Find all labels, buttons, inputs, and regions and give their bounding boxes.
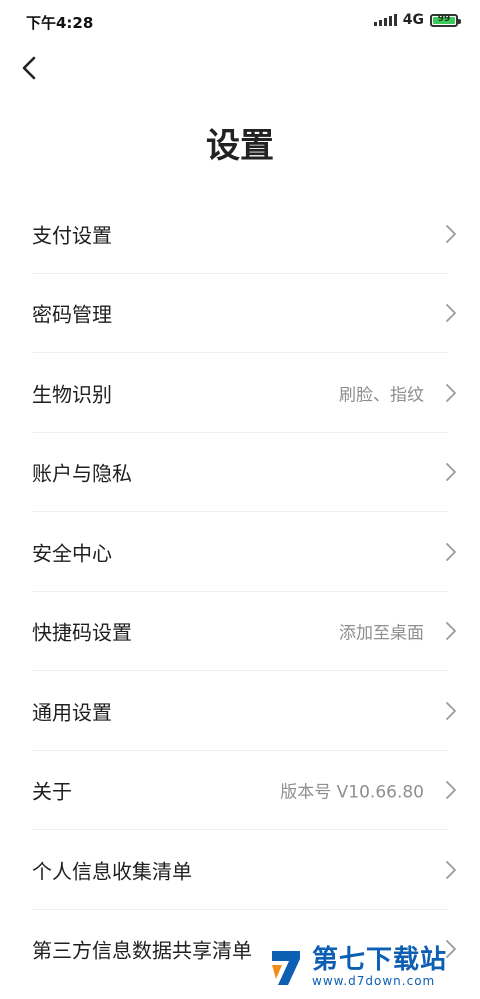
chevron-right-icon bbox=[446, 224, 456, 243]
chevron-left-icon bbox=[22, 56, 36, 80]
watermark-title: 第七下载站 bbox=[312, 945, 448, 976]
settings-row-label: 生物识别 bbox=[32, 382, 112, 407]
site-logo-icon bbox=[272, 951, 300, 985]
chevron-right-icon bbox=[446, 463, 456, 482]
settings-row-label: 关于 bbox=[32, 779, 72, 804]
settings-row[interactable]: 通用设置 bbox=[0, 671, 480, 751]
settings-row-label: 安全中心 bbox=[32, 541, 112, 566]
battery-icon: 99 bbox=[430, 13, 461, 27]
chevron-right-icon bbox=[446, 383, 456, 402]
settings-row-value: 添加至桌面 bbox=[339, 623, 424, 644]
settings-row[interactable]: 支付设置 bbox=[0, 194, 480, 274]
page-title: 设置 bbox=[206, 126, 274, 166]
chevron-right-icon bbox=[446, 860, 456, 879]
settings-row[interactable]: 生物识别 刷脸、指纹 bbox=[0, 353, 480, 433]
settings-row-label: 账户与隐私 bbox=[32, 461, 132, 486]
settings-row[interactable]: 安全中心 bbox=[0, 512, 480, 592]
status-bar: 下午4:28 4G 99 bbox=[0, 0, 480, 44]
status-icons: 4G 99 bbox=[373, 12, 461, 28]
settings-row-label: 快捷码设置 bbox=[32, 620, 132, 645]
settings-row-label: 支付设置 bbox=[32, 223, 112, 248]
settings-list: 支付设置密码管理生物识别 刷脸、指纹账户与隐私安全中心快捷码设置 添加至桌面通用设置… bbox=[0, 194, 480, 989]
chevron-right-icon bbox=[446, 542, 456, 561]
status-time: 下午4:28 bbox=[26, 14, 94, 32]
settings-row-label: 第三方信息数据共享清单 bbox=[32, 938, 252, 963]
settings-row[interactable]: 个人信息收集清单 bbox=[0, 830, 480, 910]
network-type: 4G bbox=[402, 12, 424, 28]
settings-row-value: 刷脸、指纹 bbox=[339, 385, 424, 406]
settings-row-label: 个人信息收集清单 bbox=[32, 859, 192, 884]
settings-row[interactable]: 快捷码设置 添加至桌面 bbox=[0, 592, 480, 672]
signal-icon bbox=[373, 14, 397, 26]
chevron-right-icon bbox=[446, 622, 456, 641]
chevron-right-icon bbox=[446, 781, 456, 800]
watermark: 第七下载站 www.d7down.com bbox=[266, 939, 472, 995]
chevron-right-icon bbox=[446, 701, 456, 720]
settings-row-value: 版本号 V10.66.80 bbox=[280, 782, 424, 803]
back-button[interactable] bbox=[14, 48, 50, 88]
settings-row[interactable]: 账户与隐私 bbox=[0, 433, 480, 513]
settings-row-label: 密码管理 bbox=[32, 302, 112, 327]
battery-level: 99 bbox=[437, 13, 451, 24]
settings-row[interactable]: 关于 版本号 V10.66.80 bbox=[0, 751, 480, 831]
chevron-right-icon bbox=[446, 304, 456, 323]
watermark-url: www.d7down.com bbox=[312, 973, 436, 988]
settings-row-label: 通用设置 bbox=[32, 700, 112, 725]
settings-row[interactable]: 密码管理 bbox=[0, 274, 480, 354]
